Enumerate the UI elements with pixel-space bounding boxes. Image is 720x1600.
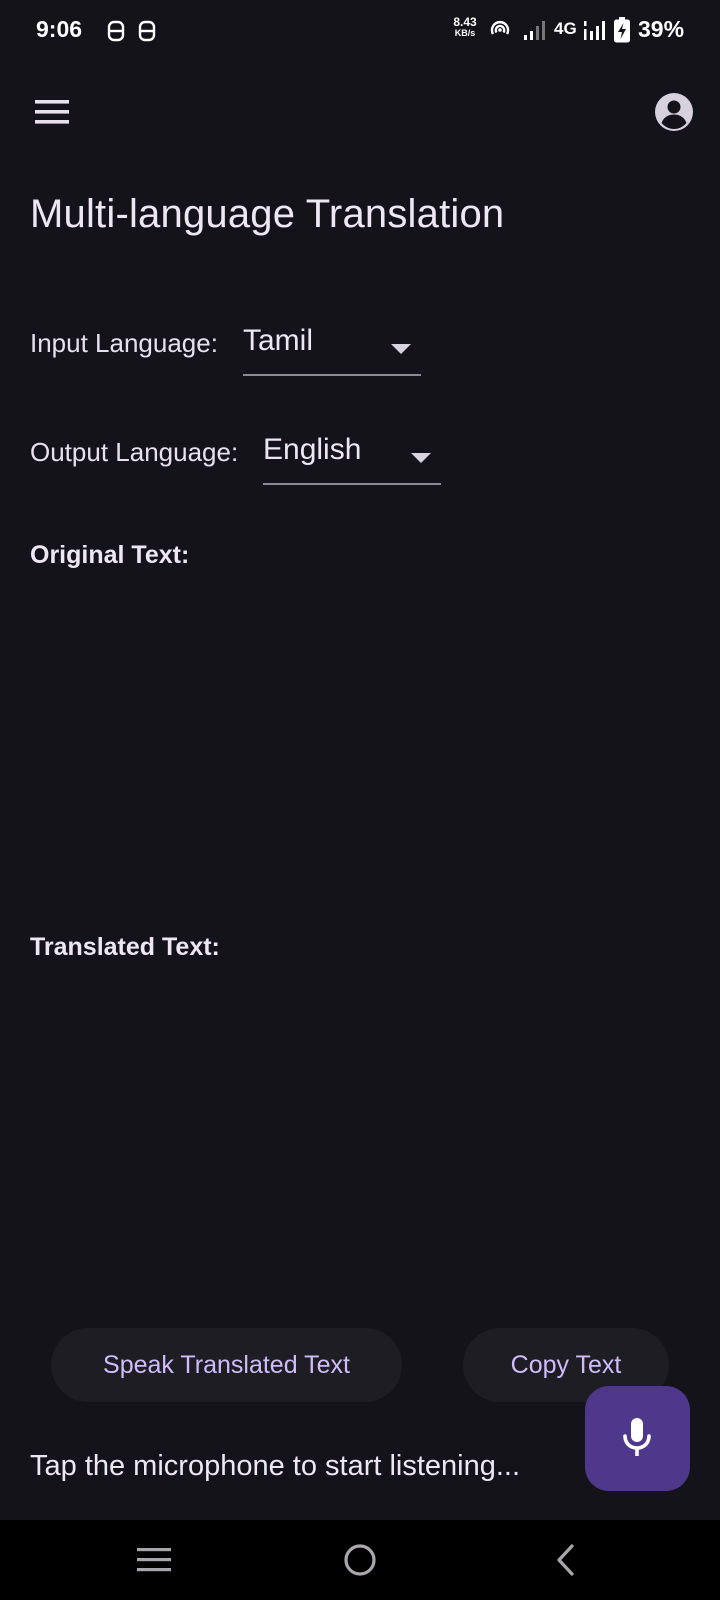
output-language-value: English — [263, 433, 362, 466]
home-button[interactable] — [300, 1520, 420, 1600]
notification-icon — [107, 20, 125, 42]
input-language-label: Input Language: — [30, 328, 218, 358]
page-title: Multi-language Translation — [30, 192, 505, 236]
net-speed-value: 8.43 — [453, 15, 477, 29]
microphone-button[interactable] — [585, 1386, 690, 1491]
battery-charging-icon — [614, 17, 630, 43]
dropdown-arrow-icon — [391, 344, 411, 354]
translated-text-label: Translated Text: — [30, 933, 220, 961]
hotspot-icon — [490, 21, 510, 35]
output-language-dropdown[interactable]: English — [263, 425, 441, 485]
speak-translated-text-button[interactable]: Speak Translated Text — [51, 1328, 402, 1402]
status-bar: 9:06 8.43 KB/s 4G 39% — [0, 0, 720, 62]
net-speed-unit: KB/s — [454, 28, 476, 38]
dropdown-arrow-icon — [411, 453, 431, 463]
original-text-content — [30, 585, 690, 885]
translated-text-content — [30, 977, 690, 1277]
signal-strength-icon — [524, 21, 545, 40]
menu-icon[interactable] — [32, 96, 72, 128]
back-button[interactable] — [506, 1520, 626, 1600]
original-text-label: Original Text: — [30, 541, 190, 569]
system-navigation-bar — [0, 1520, 720, 1600]
recents-button[interactable] — [94, 1520, 214, 1600]
recents-icon — [137, 1548, 171, 1572]
home-icon — [344, 1544, 376, 1576]
account-circle-icon[interactable] — [654, 92, 694, 132]
input-language-dropdown[interactable]: Tamil — [243, 316, 421, 376]
listening-status-text: Tap the microphone to start listening... — [30, 1450, 521, 1482]
app-screen: 9:06 8.43 KB/s 4G 39% Multi-language Tra… — [0, 0, 720, 1600]
status-time: 9:06 — [36, 16, 83, 42]
battery-percent: 39% — [638, 16, 685, 42]
network-type: 4G — [554, 19, 577, 38]
input-language-value: Tamil — [243, 324, 314, 357]
back-icon — [557, 1544, 574, 1576]
notification-icon — [138, 20, 156, 42]
net-speed-indicator: 8.43 KB/s — [450, 15, 480, 39]
output-language-label: Output Language: — [30, 437, 239, 467]
signal-strength-icon — [584, 21, 605, 40]
microphone-icon — [623, 1418, 651, 1456]
